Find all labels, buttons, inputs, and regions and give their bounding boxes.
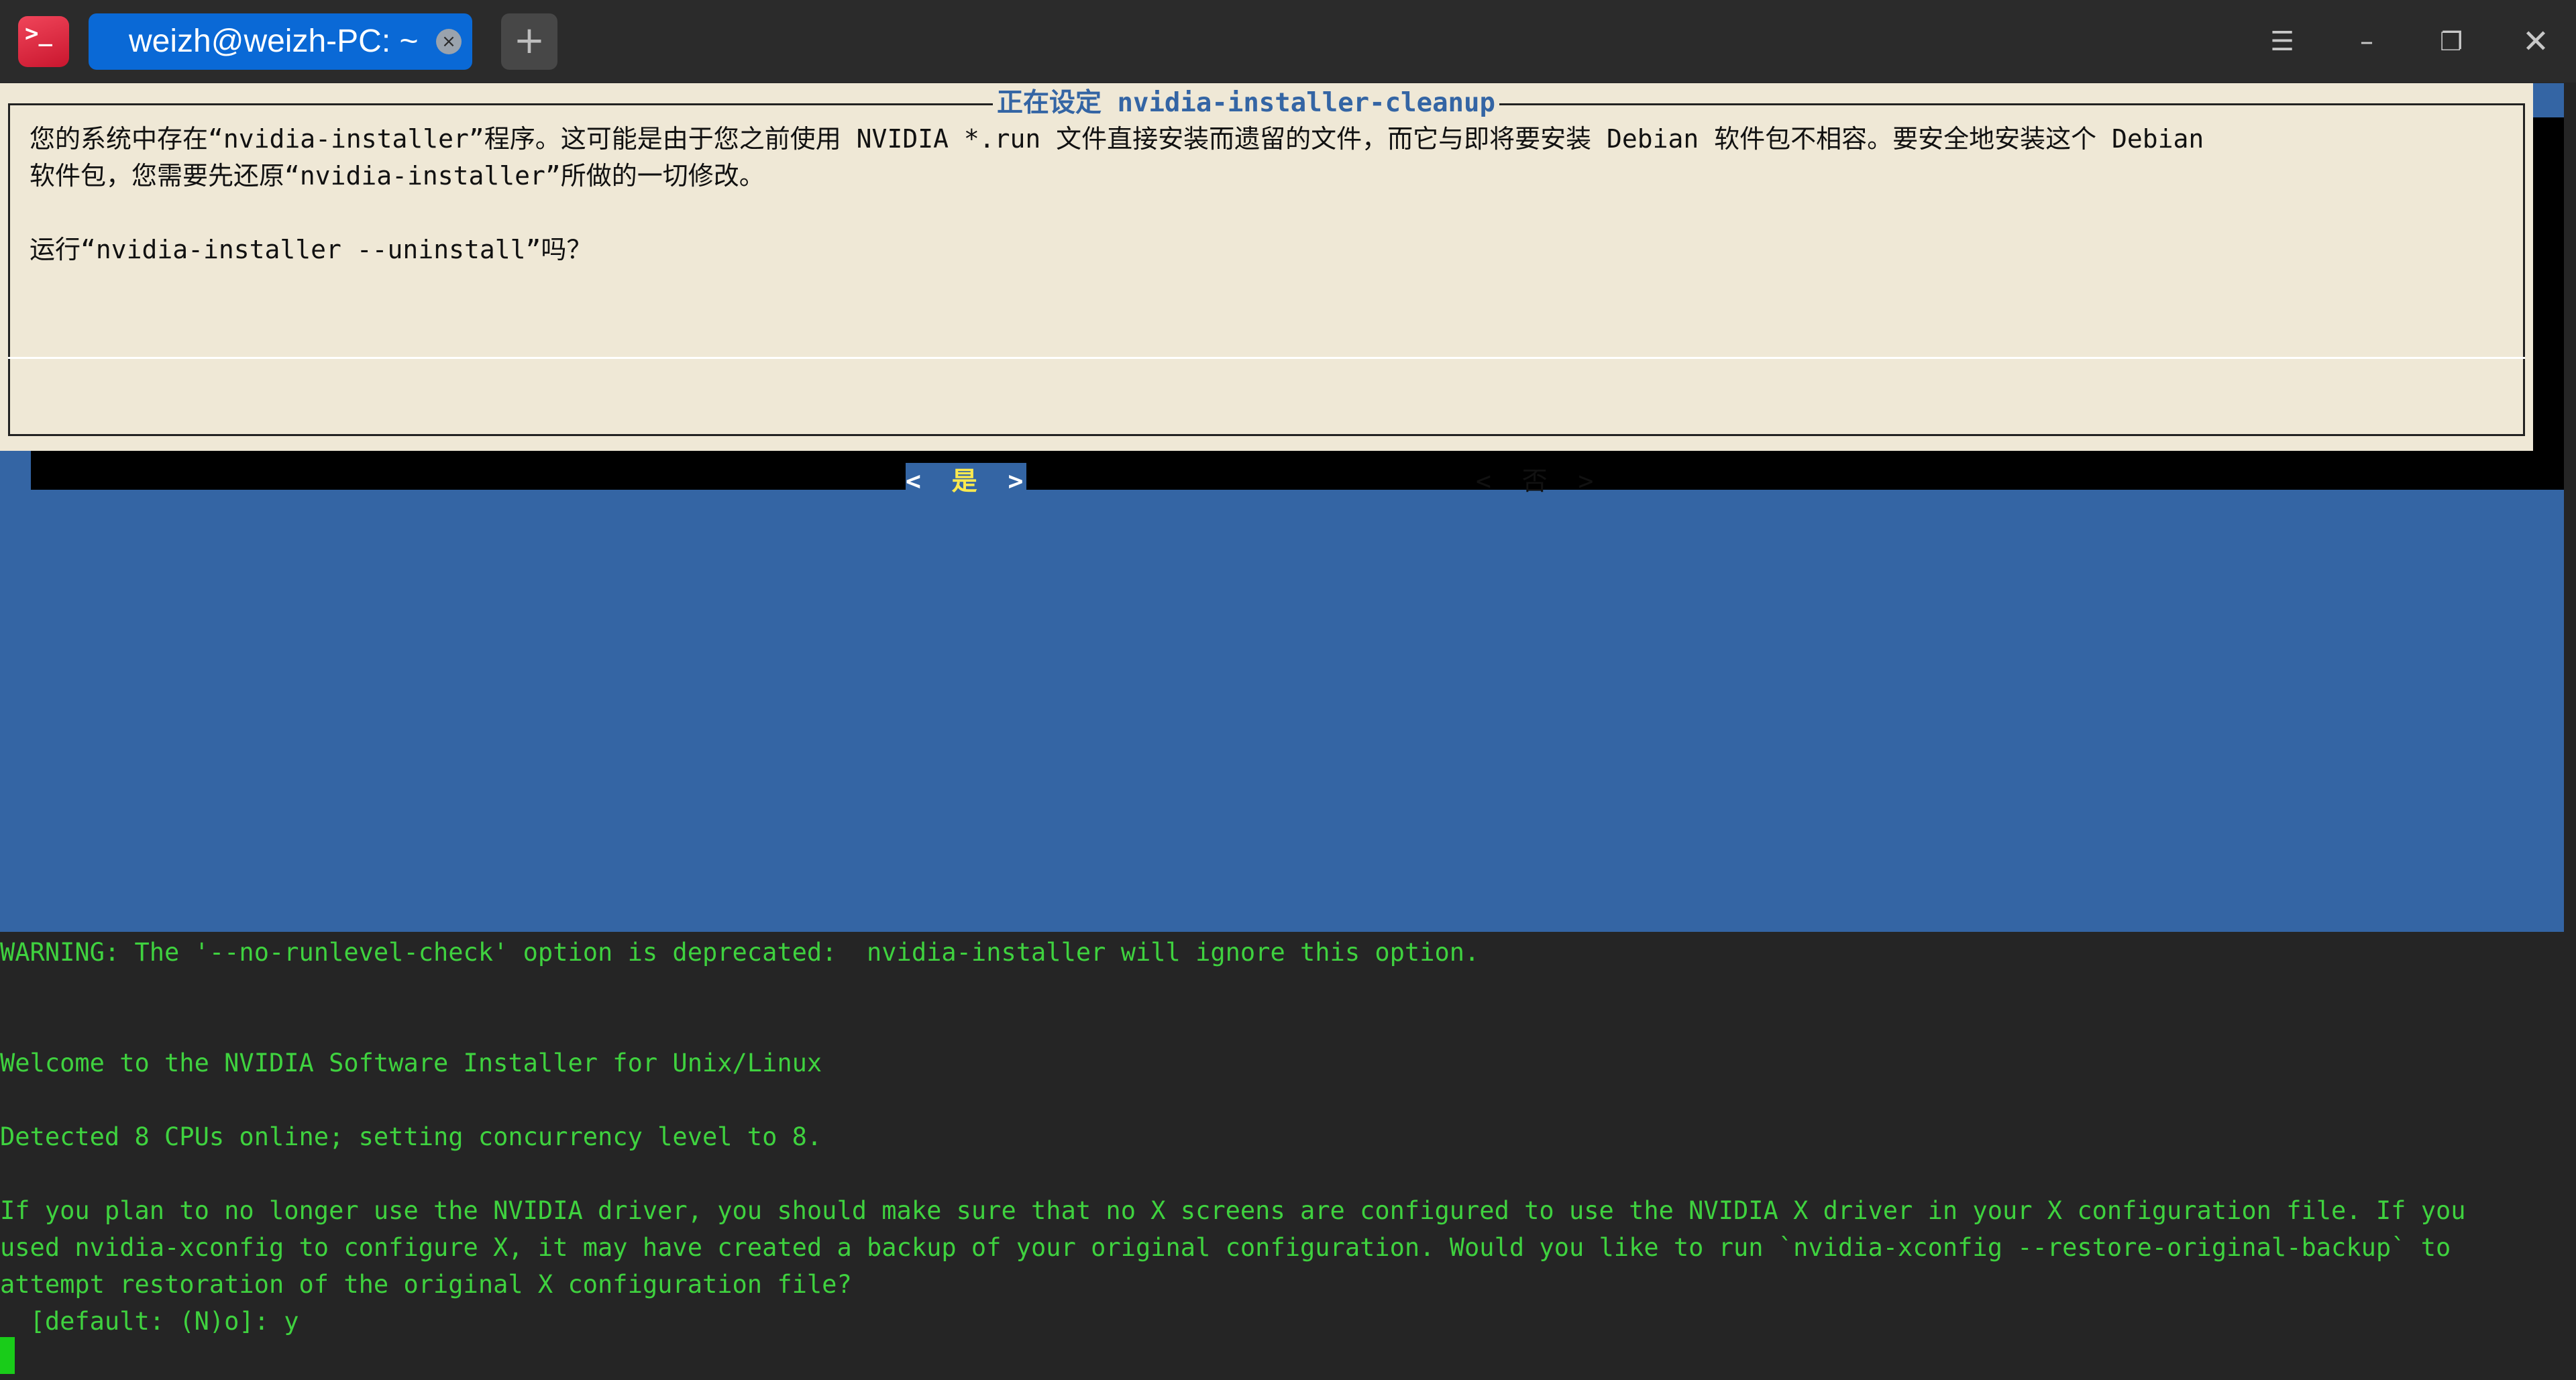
console-welcome: Welcome to the NVIDIA Software Installer… xyxy=(0,1049,822,1077)
bracket-close: > xyxy=(1578,466,1594,496)
tab-terminal[interactable]: weizh@weizh-PC: ~ × xyxy=(89,13,472,70)
console-prompt[interactable]: [default: (N)o]: y xyxy=(0,1303,299,1340)
console-question-line: attempt restoration of the original X co… xyxy=(0,1270,852,1299)
terminal-icon[interactable]: >_ xyxy=(18,16,69,67)
terminal-icon-glyph: >_ xyxy=(25,20,52,47)
hamburger-menu-icon[interactable]: ☰ xyxy=(2254,13,2310,70)
console-question-line: used nvidia-xconfig to configure X, it m… xyxy=(0,1233,2451,1262)
terminal-window: >_ weizh@weizh-PC: ~ × + ☰ – ❐ ✕ 您的系统中存在… xyxy=(0,0,2576,1380)
minimize-icon[interactable]: – xyxy=(2339,13,2395,70)
no-label: 否 xyxy=(1521,466,1548,496)
title-bar: >_ weizh@weizh-PC: ~ × + ☰ – ❐ ✕ xyxy=(0,0,2576,83)
restore-window-icon[interactable]: ❐ xyxy=(2423,13,2479,70)
yes-label: 是 xyxy=(951,466,977,496)
console-question-line: If you plan to no longer use the NVIDIA … xyxy=(0,1196,2466,1225)
dialog-shadow-right xyxy=(2533,117,2564,490)
close-icon[interactable]: ✕ xyxy=(2508,13,2564,70)
plus-icon[interactable]: + xyxy=(501,13,557,70)
console-warning: WARNING: The '--no-runlevel-check' optio… xyxy=(0,938,1480,967)
dialog-box: 您的系统中存在“nvidia-installer”程序。这可能是由于您之前使用 … xyxy=(0,83,2533,500)
terminal-cursor xyxy=(0,1337,15,1374)
dialog-body-line: 软件包，您需要先还原“nvidia-installer”所做的一切修改。 xyxy=(30,161,765,191)
yes-button[interactable]: < 是 > xyxy=(906,463,1026,500)
dialog-divider xyxy=(8,357,2525,359)
close-circle-icon[interactable]: × xyxy=(436,29,462,54)
dialog-title: 正在设定 nvidia-installer-cleanup xyxy=(993,85,1499,122)
bracket-open: < xyxy=(906,466,921,496)
bracket-close: > xyxy=(1008,466,1024,496)
scrollbar[interactable] xyxy=(2564,83,2576,1380)
dialog-body-line: 您的系统中存在“nvidia-installer”程序。这可能是由于您之前使用 … xyxy=(30,124,2204,154)
tab-title: weizh@weizh-PC: ~ xyxy=(129,23,419,59)
dialog-question: 运行“nvidia-installer --uninstall”吗？ xyxy=(30,235,592,264)
bracket-open: < xyxy=(1476,466,1491,496)
no-button[interactable]: < 否 > xyxy=(1476,463,1593,500)
console-cpus: Detected 8 CPUs online; setting concurre… xyxy=(0,1122,822,1151)
dialog-shadow-bottom xyxy=(31,451,2564,490)
